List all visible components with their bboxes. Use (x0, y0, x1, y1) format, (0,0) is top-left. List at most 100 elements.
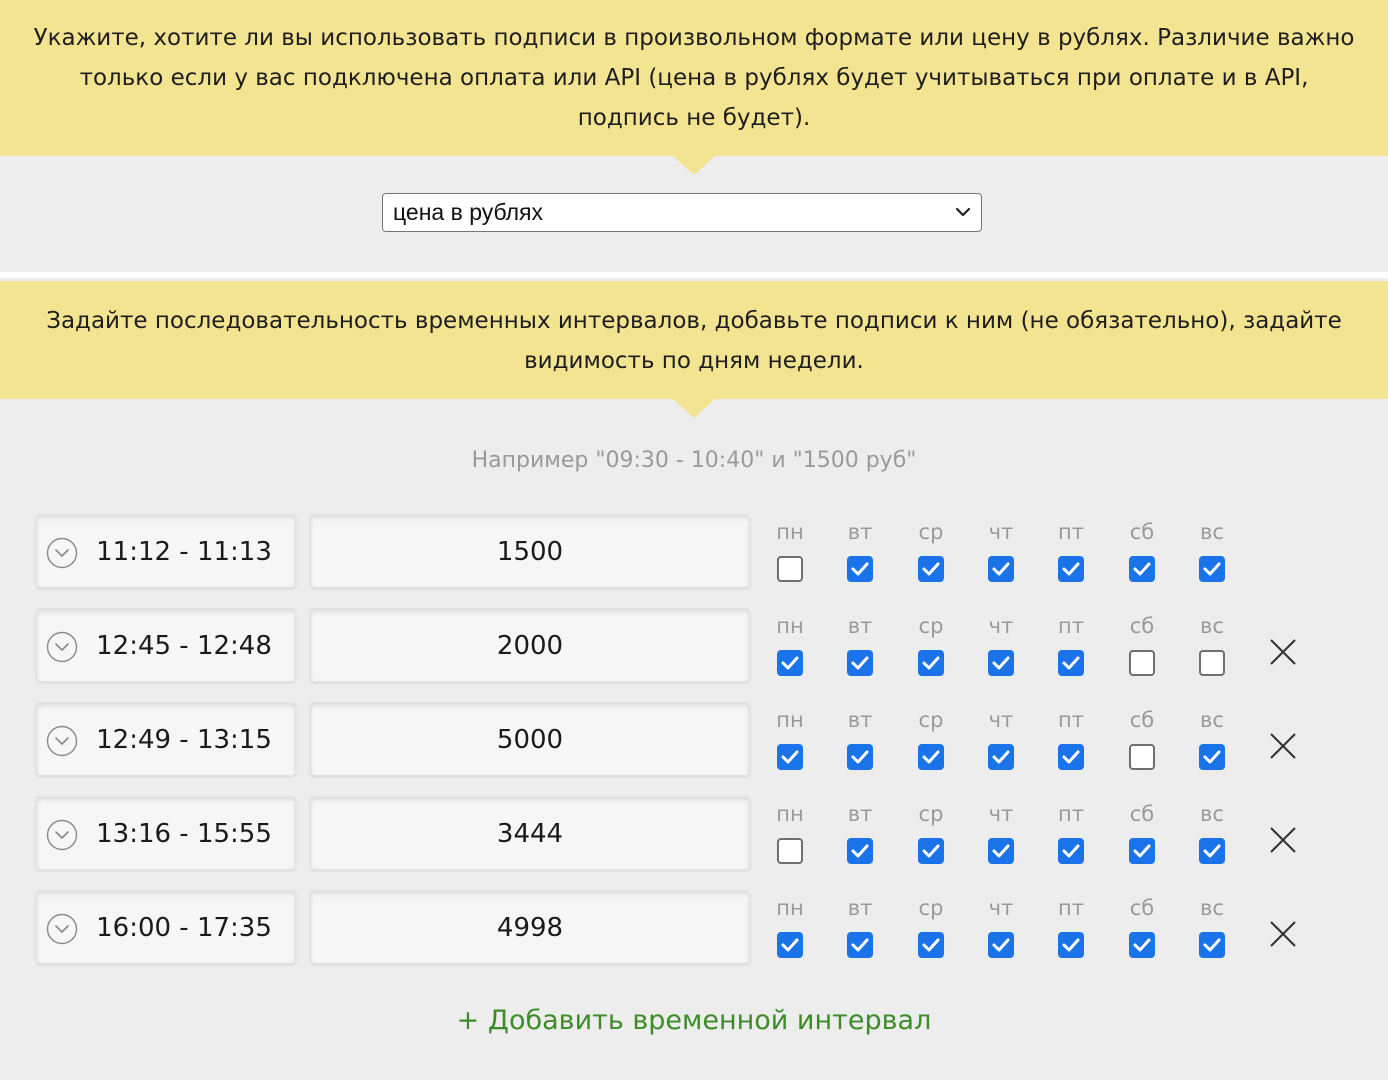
interval-row: 12:45 - 12:48 2000 пн вт ср чт пт сб вс (0, 608, 1388, 682)
example-text: Например "09:30 - 10:40" и "1500 руб" (471, 448, 917, 473)
day-toggle: чт (976, 796, 1026, 870)
day-checkbox[interactable] (1129, 838, 1155, 864)
day-checkbox[interactable] (777, 838, 803, 864)
day-checkbox[interactable] (1199, 744, 1225, 770)
day-checkbox[interactable] (1058, 932, 1084, 958)
day-checkbox[interactable] (918, 838, 944, 864)
day-checkbox[interactable] (847, 556, 873, 582)
day-checkbox[interactable] (1199, 556, 1225, 582)
time-range-field[interactable]: 12:49 - 13:15 (36, 702, 296, 776)
day-checkbox[interactable] (1199, 838, 1225, 864)
interval-row: 12:49 - 13:15 5000 пн вт ср чт пт сб вс (0, 702, 1388, 776)
time-range-field[interactable]: 11:12 - 11:13 (36, 514, 296, 588)
checkmark-icon (1062, 562, 1080, 576)
day-label: чт (988, 520, 1014, 544)
checkmark-icon (992, 750, 1010, 764)
checkmark-icon (992, 562, 1010, 576)
day-checkbox[interactable] (988, 556, 1014, 582)
day-toggle: вс (1187, 608, 1237, 682)
day-checkbox[interactable] (847, 650, 873, 676)
checkmark-icon (1062, 750, 1080, 764)
day-checkbox[interactable] (1129, 650, 1155, 676)
format-hint-line-3: подпись не будет). (577, 105, 811, 131)
add-interval-link[interactable]: + Добавить временной интервал (0, 1005, 1388, 1036)
clock-icon (46, 537, 78, 569)
section-divider (0, 272, 1388, 278)
day-checkbox[interactable] (1129, 932, 1155, 958)
day-label: ср (918, 896, 944, 920)
day-checkbox[interactable] (847, 838, 873, 864)
interval-row: 13:16 - 15:55 3444 пн вт ср чт пт сб вс (0, 796, 1388, 870)
interval-label-input[interactable]: 1500 (310, 514, 750, 588)
day-label: чт (988, 802, 1014, 826)
day-toggle: вт (835, 702, 885, 776)
close-icon[interactable] (1266, 823, 1300, 857)
day-checkbox[interactable] (777, 556, 803, 582)
day-checkbox[interactable] (918, 650, 944, 676)
day-label: ср (918, 802, 944, 826)
day-checkbox[interactable] (988, 932, 1014, 958)
day-checkbox[interactable] (918, 744, 944, 770)
interval-label-input[interactable]: 3444 (310, 796, 750, 870)
day-toggle: вт (835, 796, 885, 870)
day-checkbox[interactable] (1058, 650, 1084, 676)
close-icon[interactable] (1266, 729, 1300, 763)
day-toggle: пт (1046, 702, 1096, 776)
day-toggle: сб (1117, 514, 1167, 588)
day-label: сб (1129, 708, 1155, 732)
day-label: пн (776, 802, 804, 826)
day-checkbox[interactable] (918, 556, 944, 582)
day-checkbox[interactable] (777, 744, 803, 770)
close-icon[interactable] (1266, 635, 1300, 669)
day-checkbox[interactable] (847, 744, 873, 770)
interval-label-input[interactable]: 5000 (310, 702, 750, 776)
clock-icon (46, 913, 78, 945)
day-checkbox[interactable] (988, 838, 1014, 864)
time-range-value: 16:00 - 17:35 (96, 913, 272, 943)
checkmark-icon (922, 844, 940, 858)
day-label: вс (1200, 802, 1224, 826)
day-checkbox[interactable] (1129, 744, 1155, 770)
time-range-field[interactable]: 12:45 - 12:48 (36, 608, 296, 682)
day-toggle: ср (906, 702, 956, 776)
day-checkbox[interactable] (988, 744, 1014, 770)
checkmark-icon (781, 750, 799, 764)
clock-icon (46, 631, 78, 663)
day-checkbox[interactable] (1129, 556, 1155, 582)
day-checkbox[interactable] (1058, 838, 1084, 864)
close-icon[interactable] (1266, 917, 1300, 951)
format-hint-line-2: только если у вас подключена оплата или … (79, 65, 1309, 91)
checkmark-icon (992, 938, 1010, 952)
day-label: чт (988, 708, 1014, 732)
interval-label-input[interactable]: 2000 (310, 608, 750, 682)
day-toggle: сб (1117, 702, 1167, 776)
interval-label-value: 4998 (496, 913, 564, 943)
checkmark-icon (1062, 938, 1080, 952)
interval-label-input[interactable]: 4998 (310, 890, 750, 964)
day-checkbox[interactable] (1199, 650, 1225, 676)
format-select-value: цена в рублях (393, 199, 544, 225)
day-checkbox[interactable] (988, 650, 1014, 676)
day-checkbox[interactable] (1058, 744, 1084, 770)
day-toggle: вт (835, 514, 885, 588)
checkmark-icon (851, 656, 869, 670)
day-checkbox[interactable] (847, 932, 873, 958)
interval-row: 16:00 - 17:35 4998 пн вт ср чт пт сб вс (0, 890, 1388, 964)
day-toggle: пт (1046, 890, 1096, 964)
time-range-field[interactable]: 16:00 - 17:35 (36, 890, 296, 964)
day-label: сб (1129, 896, 1155, 920)
day-toggle: пн (765, 796, 815, 870)
time-range-field[interactable]: 13:16 - 15:55 (36, 796, 296, 870)
day-checkbox[interactable] (918, 932, 944, 958)
day-checkbox[interactable] (777, 932, 803, 958)
day-label: вт (847, 802, 873, 826)
checkmark-icon (1062, 844, 1080, 858)
checkmark-icon (1062, 656, 1080, 670)
day-label: пт (1058, 708, 1084, 732)
interval-settings-page: Укажите, хотите ли вы использовать подпи… (0, 0, 1388, 1080)
day-checkbox[interactable] (777, 650, 803, 676)
day-checkbox[interactable] (1058, 556, 1084, 582)
format-select[interactable]: цена в рублях (382, 193, 982, 232)
day-toggle: пт (1046, 514, 1096, 588)
day-checkbox[interactable] (1199, 932, 1225, 958)
